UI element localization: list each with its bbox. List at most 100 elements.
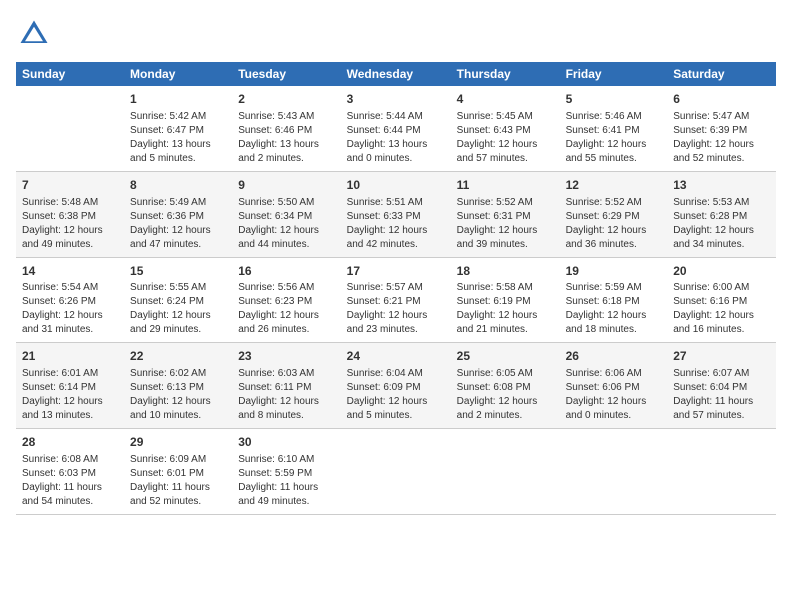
day-info: Sunrise: 6:10 AM Sunset: 5:59 PM Dayligh…: [238, 453, 334, 509]
day-info: Sunrise: 6:08 AM Sunset: 6:03 PM Dayligh…: [22, 453, 118, 509]
day-number: 13: [673, 177, 770, 194]
day-cell: 26 Sunrise: 6:06 AM Sunset: 6:06 PM Dayli…: [560, 343, 668, 429]
day-number: 21: [22, 348, 118, 365]
day-cell: 11Sunrise: 5:52 AM Sunset: 6:31 PM Dayli…: [451, 171, 560, 257]
day-number: 10: [347, 177, 445, 194]
day-info: Sunrise: 5:51 AM Sunset: 6:33 PM Dayligh…: [347, 196, 445, 252]
day-number: 9: [238, 177, 334, 194]
day-info: Sunrise: 6:02 AM Sunset: 6:13 PM Dayligh…: [130, 367, 226, 423]
day-number: 29: [130, 434, 226, 451]
day-info: Sunrise: 5:46 AM Sunset: 6:41 PM Dayligh…: [566, 110, 662, 166]
day-info: Sunrise: 5:43 AM Sunset: 6:46 PM Dayligh…: [238, 110, 334, 166]
day-number: 19: [566, 263, 662, 280]
day-number: 4: [457, 91, 554, 108]
day-cell: 1 Sunrise: 5:42 AM Sunset: 6:47 PM Daylig…: [124, 86, 232, 171]
day-info: Sunrise: 5:50 AM Sunset: 6:34 PM Dayligh…: [238, 196, 334, 252]
day-info: Sunrise: 6:05 AM Sunset: 6:08 PM Dayligh…: [457, 367, 554, 423]
week-row-5: 28 Sunrise: 6:08 AM Sunset: 6:03 PM Dayli…: [16, 429, 776, 515]
calendar-table: SundayMondayTuesdayWednesdayThursdayFrid…: [16, 62, 776, 515]
week-row-4: 21 Sunrise: 6:01 AM Sunset: 6:14 PM Dayli…: [16, 343, 776, 429]
day-number: 12: [566, 177, 662, 194]
day-cell: 4 Sunrise: 5:45 AM Sunset: 6:43 PM Daylig…: [451, 86, 560, 171]
day-number: 23: [238, 348, 334, 365]
day-info: Sunrise: 6:07 AM Sunset: 6:04 PM Dayligh…: [673, 367, 770, 423]
day-number: 27: [673, 348, 770, 365]
day-cell: 19Sunrise: 5:59 AM Sunset: 6:18 PM Dayli…: [560, 257, 668, 343]
logo-icon: [16, 16, 52, 52]
day-info: Sunrise: 5:54 AM Sunset: 6:26 PM Dayligh…: [22, 281, 118, 337]
day-cell: 10 Sunrise: 5:51 AM Sunset: 6:33 PM Dayli…: [341, 171, 451, 257]
day-info: Sunrise: 5:52 AM Sunset: 6:29 PM Dayligh…: [566, 196, 662, 252]
day-number: 25: [457, 348, 554, 365]
col-header-tuesday: Tuesday: [232, 62, 340, 86]
day-cell: 9 Sunrise: 5:50 AM Sunset: 6:34 PM Daylig…: [232, 171, 340, 257]
day-info: Sunrise: 6:04 AM Sunset: 6:09 PM Dayligh…: [347, 367, 445, 423]
week-row-2: 7 Sunrise: 5:48 AM Sunset: 6:38 PM Daylig…: [16, 171, 776, 257]
day-cell: 24 Sunrise: 6:04 AM Sunset: 6:09 PM Dayli…: [341, 343, 451, 429]
day-info: Sunrise: 5:48 AM Sunset: 6:38 PM Dayligh…: [22, 196, 118, 252]
day-number: 30: [238, 434, 334, 451]
day-cell: 13 Sunrise: 5:53 AM Sunset: 6:28 PM Dayli…: [667, 171, 776, 257]
day-number: 22: [130, 348, 226, 365]
day-cell: 15Sunrise: 5:55 AM Sunset: 6:24 PM Dayli…: [124, 257, 232, 343]
day-info: Sunrise: 5:49 AM Sunset: 6:36 PM Dayligh…: [130, 196, 226, 252]
day-cell: 2 Sunrise: 5:43 AM Sunset: 6:46 PM Daylig…: [232, 86, 340, 171]
day-cell: [560, 429, 668, 515]
week-row-1: 1 Sunrise: 5:42 AM Sunset: 6:47 PM Daylig…: [16, 86, 776, 171]
day-cell: 25 Sunrise: 6:05 AM Sunset: 6:08 PM Dayli…: [451, 343, 560, 429]
day-info: Sunrise: 5:58 AM Sunset: 6:19 PM Dayligh…: [457, 281, 554, 337]
day-number: 15: [130, 263, 226, 280]
day-number: 2: [238, 91, 334, 108]
day-number: 7: [22, 177, 118, 194]
day-info: Sunrise: 6:03 AM Sunset: 6:11 PM Dayligh…: [238, 367, 334, 423]
day-info: Sunrise: 5:56 AM Sunset: 6:23 PM Dayligh…: [238, 281, 334, 337]
day-cell: 28 Sunrise: 6:08 AM Sunset: 6:03 PM Dayli…: [16, 429, 124, 515]
day-info: Sunrise: 6:06 AM Sunset: 6:06 PM Dayligh…: [566, 367, 662, 423]
day-cell: 17Sunrise: 5:57 AM Sunset: 6:21 PM Dayli…: [341, 257, 451, 343]
day-number: 5: [566, 91, 662, 108]
day-cell: [667, 429, 776, 515]
day-number: 17: [347, 263, 445, 280]
day-number: 8: [130, 177, 226, 194]
day-number: 24: [347, 348, 445, 365]
day-number: 20: [673, 263, 770, 280]
day-info: Sunrise: 5:45 AM Sunset: 6:43 PM Dayligh…: [457, 110, 554, 166]
day-cell: 20Sunrise: 6:00 AM Sunset: 6:16 PM Dayli…: [667, 257, 776, 343]
col-header-saturday: Saturday: [667, 62, 776, 86]
day-cell: 8 Sunrise: 5:49 AM Sunset: 6:36 PM Daylig…: [124, 171, 232, 257]
day-cell: [16, 86, 124, 171]
day-cell: 27 Sunrise: 6:07 AM Sunset: 6:04 PM Dayli…: [667, 343, 776, 429]
logo: [16, 16, 56, 52]
day-number: 28: [22, 434, 118, 451]
day-info: Sunrise: 5:44 AM Sunset: 6:44 PM Dayligh…: [347, 110, 445, 166]
day-info: Sunrise: 5:52 AM Sunset: 6:31 PM Dayligh…: [457, 196, 554, 252]
day-cell: 12 Sunrise: 5:52 AM Sunset: 6:29 PM Dayli…: [560, 171, 668, 257]
day-number: 6: [673, 91, 770, 108]
col-header-sunday: Sunday: [16, 62, 124, 86]
day-info: Sunrise: 5:59 AM Sunset: 6:18 PM Dayligh…: [566, 281, 662, 337]
day-info: Sunrise: 5:55 AM Sunset: 6:24 PM Dayligh…: [130, 281, 226, 337]
day-cell: [341, 429, 451, 515]
day-number: 3: [347, 91, 445, 108]
calendar-header-row: SundayMondayTuesdayWednesdayThursdayFrid…: [16, 62, 776, 86]
day-cell: 22 Sunrise: 6:02 AM Sunset: 6:13 PM Dayli…: [124, 343, 232, 429]
page-header: [16, 16, 776, 52]
day-cell: 7 Sunrise: 5:48 AM Sunset: 6:38 PM Daylig…: [16, 171, 124, 257]
day-info: Sunrise: 5:57 AM Sunset: 6:21 PM Dayligh…: [347, 281, 445, 337]
day-number: 1: [130, 91, 226, 108]
day-cell: 5 Sunrise: 5:46 AM Sunset: 6:41 PM Daylig…: [560, 86, 668, 171]
week-row-3: 14Sunrise: 5:54 AM Sunset: 6:26 PM Dayli…: [16, 257, 776, 343]
day-info: Sunrise: 5:53 AM Sunset: 6:28 PM Dayligh…: [673, 196, 770, 252]
col-header-monday: Monday: [124, 62, 232, 86]
day-number: 14: [22, 263, 118, 280]
day-cell: [451, 429, 560, 515]
day-cell: 18Sunrise: 5:58 AM Sunset: 6:19 PM Dayli…: [451, 257, 560, 343]
day-cell: 3 Sunrise: 5:44 AM Sunset: 6:44 PM Daylig…: [341, 86, 451, 171]
day-cell: 6 Sunrise: 5:47 AM Sunset: 6:39 PM Daylig…: [667, 86, 776, 171]
day-number: 26: [566, 348, 662, 365]
day-info: Sunrise: 6:01 AM Sunset: 6:14 PM Dayligh…: [22, 367, 118, 423]
day-info: Sunrise: 5:47 AM Sunset: 6:39 PM Dayligh…: [673, 110, 770, 166]
col-header-thursday: Thursday: [451, 62, 560, 86]
day-cell: 16Sunrise: 5:56 AM Sunset: 6:23 PM Dayli…: [232, 257, 340, 343]
day-info: Sunrise: 5:42 AM Sunset: 6:47 PM Dayligh…: [130, 110, 226, 166]
